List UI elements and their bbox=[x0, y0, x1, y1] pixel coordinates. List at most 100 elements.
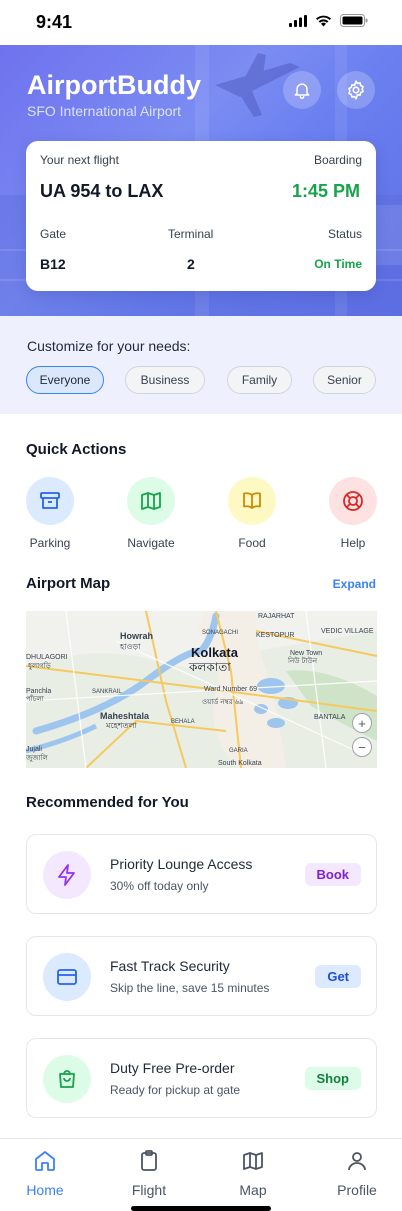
airport-map-title: Airport Map bbox=[26, 575, 111, 592]
boarding-time: 1:45 PM bbox=[291, 181, 360, 201]
quick-action-food[interactable]: Food bbox=[217, 477, 287, 550]
hero-banner: AirportBuddy SFO International Airport Y… bbox=[0, 45, 402, 316]
map-label: BEHALA bbox=[171, 719, 195, 725]
recommendation-subtitle: 30% off today only bbox=[110, 879, 209, 893]
map-label: BANTALA bbox=[314, 714, 346, 721]
duty-free-icon-circle bbox=[43, 1055, 91, 1103]
map-label: Kolkata bbox=[191, 645, 239, 660]
archive-box-icon bbox=[40, 492, 60, 509]
user-icon bbox=[348, 1152, 366, 1171]
map-label: RAJARHAT bbox=[258, 613, 295, 620]
map-label: Panchla bbox=[26, 688, 51, 695]
map-label: New Town bbox=[290, 650, 322, 657]
recommendation-subtitle: Skip the line, save 15 minutes bbox=[110, 981, 270, 995]
boarding-label: Boarding bbox=[313, 153, 362, 167]
quick-action-parking[interactable]: Parking bbox=[15, 477, 85, 550]
map-label: নিউ টাউন bbox=[287, 656, 318, 665]
quick-action-navigate[interactable]: Navigate bbox=[116, 477, 186, 550]
status-time: 9:41 bbox=[36, 12, 73, 32]
next-flight-card[interactable]: Your next flight Boarding UA 954 to LAX … bbox=[26, 141, 376, 291]
terminal-label: Terminal bbox=[168, 227, 214, 241]
map-label: Ward Number 69 bbox=[204, 686, 257, 693]
shop-button[interactable]: Shop bbox=[304, 1067, 361, 1090]
zoom-out-button[interactable]: − bbox=[352, 737, 372, 757]
airport-map[interactable]: RAJARHAT VEDIC VILLAGE Howrah হাওড়া KES… bbox=[26, 611, 377, 768]
chip-everyone[interactable]: Everyone bbox=[26, 366, 104, 394]
recommended-title: Recommended for You bbox=[26, 794, 189, 811]
next-flight-label: Your next flight bbox=[40, 153, 119, 167]
quick-action-label: Navigate bbox=[127, 536, 175, 550]
home-indicator bbox=[131, 1206, 271, 1211]
map-label: Jujali bbox=[26, 746, 42, 753]
customize-section: Customize for your needs: Everyone Busin… bbox=[0, 316, 402, 414]
status-label: Status bbox=[327, 227, 362, 241]
notifications-button[interactable] bbox=[283, 71, 321, 109]
lifebuoy-icon bbox=[343, 491, 363, 511]
nav-profile[interactable]: Profile bbox=[322, 1149, 392, 1198]
recommendation-card-security[interactable]: Fast Track Security Skip the line, save … bbox=[26, 936, 377, 1016]
settings-button[interactable] bbox=[337, 71, 375, 109]
map-label: SANKRAIL bbox=[92, 689, 122, 695]
quick-action-label: Food bbox=[238, 536, 266, 550]
gate-label: Gate bbox=[40, 227, 67, 241]
book-icon bbox=[243, 492, 261, 509]
quick-action-help[interactable]: Help bbox=[318, 477, 388, 550]
signal-icon bbox=[289, 14, 307, 27]
wifi-icon bbox=[316, 15, 331, 26]
chip-family[interactable]: Family bbox=[227, 366, 292, 394]
lounge-icon-circle bbox=[43, 851, 91, 899]
map-label: ওয়ার্ড নম্বর ৬৯ bbox=[202, 698, 244, 706]
map-label: Maheshtala bbox=[100, 711, 150, 721]
map-label: মহেশতলা bbox=[105, 721, 138, 730]
map-icon bbox=[243, 1152, 263, 1170]
map-label: DHULAGORI bbox=[26, 654, 68, 661]
map-label: হাওড়া bbox=[119, 642, 141, 651]
map-label: পাঁচলা bbox=[26, 694, 45, 703]
nav-flight[interactable]: Flight bbox=[114, 1149, 184, 1198]
shopping-bag-icon bbox=[59, 1070, 75, 1088]
map-graphic: RAJARHAT VEDIC VILLAGE Howrah হাওড়া KES… bbox=[26, 611, 377, 768]
quick-action-label: Parking bbox=[29, 536, 71, 550]
chip-business[interactable]: Business bbox=[125, 366, 205, 394]
terminal-value: 2 bbox=[187, 256, 195, 272]
recommendation-card-lounge[interactable]: Priority Lounge Access 30% off today onl… bbox=[26, 834, 377, 914]
nav-label: Flight bbox=[131, 1182, 167, 1198]
quick-action-label: Help bbox=[340, 536, 366, 550]
chip-senior[interactable]: Senior bbox=[313, 366, 376, 394]
recommendation-title: Priority Lounge Access bbox=[110, 856, 253, 872]
map-label: South Kolkata bbox=[218, 760, 262, 767]
gear-icon bbox=[348, 80, 364, 100]
battery-icon bbox=[340, 14, 368, 27]
parking-icon-circle bbox=[26, 477, 74, 525]
status-bar: 9:41 bbox=[0, 0, 402, 45]
nav-label: Profile bbox=[337, 1182, 377, 1198]
airport-name: SFO International Airport bbox=[27, 103, 182, 119]
app-title: AirportBuddy bbox=[27, 70, 201, 100]
gate-value: B12 bbox=[40, 256, 66, 272]
zoom-in-button[interactable]: + bbox=[352, 713, 372, 733]
nav-home[interactable]: Home bbox=[10, 1149, 80, 1198]
recommendation-title: Fast Track Security bbox=[110, 958, 230, 974]
food-icon-circle bbox=[228, 477, 276, 525]
nav-map[interactable]: Map bbox=[218, 1149, 288, 1198]
map-label: GARIA bbox=[229, 748, 248, 754]
flight-status-badge: On Time bbox=[314, 257, 362, 271]
map-label: Howrah bbox=[120, 631, 153, 641]
nav-label: Home bbox=[26, 1182, 64, 1198]
map-label: জুজালি bbox=[26, 754, 49, 762]
security-icon-circle bbox=[43, 953, 91, 1001]
nav-label: Map bbox=[239, 1182, 267, 1198]
clipboard-icon bbox=[141, 1150, 157, 1171]
recommendation-subtitle: Ready for pickup at gate bbox=[110, 1083, 241, 1097]
map-icon bbox=[141, 492, 161, 510]
recommendation-card-duty-free[interactable]: Duty Free Pre-order Ready for pickup at … bbox=[26, 1038, 377, 1118]
map-label: কলকাতা bbox=[188, 660, 231, 674]
recommendation-title: Duty Free Pre-order bbox=[110, 1060, 235, 1076]
quick-actions-title: Quick Actions bbox=[26, 441, 127, 458]
get-button[interactable]: Get bbox=[315, 965, 361, 988]
map-label: SONAGACHI bbox=[202, 630, 238, 636]
status-icons bbox=[289, 14, 368, 27]
book-button[interactable]: Book bbox=[304, 863, 361, 886]
expand-map-link[interactable]: Expand bbox=[333, 577, 376, 591]
help-icon-circle bbox=[329, 477, 377, 525]
